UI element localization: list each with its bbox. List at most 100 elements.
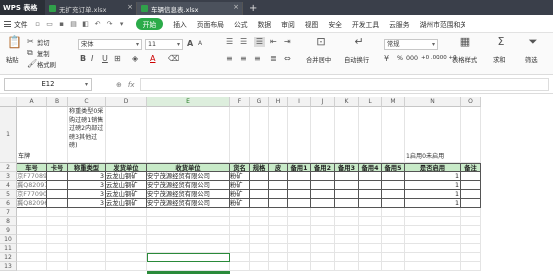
row-header-10[interactable]: 10 (0, 235, 17, 244)
cell-k12[interactable] (335, 253, 359, 262)
cell-d8[interactable] (106, 217, 147, 226)
cell-g12[interactable] (250, 253, 269, 262)
cell-e13[interactable] (147, 262, 230, 271)
cut-button[interactable]: 剪切 (37, 38, 50, 47)
column-header-o[interactable]: O (461, 97, 481, 107)
decrease-font-icon[interactable]: A (198, 39, 202, 49)
clear-format-icon[interactable]: ⌫ (168, 54, 179, 64)
cell-b13[interactable] (47, 262, 68, 271)
tab-page-layout[interactable]: 页面布局 (197, 19, 224, 29)
italic-icon[interactable]: I (91, 54, 93, 64)
cell-l9[interactable] (359, 226, 382, 235)
table-cell[interactable] (311, 172, 335, 181)
cell-i9[interactable] (288, 226, 311, 235)
cell-i11[interactable] (288, 244, 311, 253)
cell-f9[interactable] (230, 226, 250, 235)
merge-center-button[interactable]: 合并居中 (306, 55, 331, 64)
cell-j1[interactable] (311, 107, 335, 163)
cell-f12[interactable] (230, 253, 250, 262)
table-cell[interactable] (311, 190, 335, 199)
table-cell[interactable] (288, 199, 311, 208)
new-file-icon[interactable]: ▫ (34, 20, 42, 28)
currency-icon[interactable]: ¥ (384, 54, 389, 64)
table-cell[interactable]: 粉矿 (230, 190, 250, 199)
cell-f10[interactable] (230, 235, 250, 244)
print-icon[interactable]: ▤ (70, 20, 78, 28)
header-cell[interactable]: 备用4 (359, 163, 382, 172)
column-header-g[interactable]: G (250, 97, 269, 107)
sum-button[interactable]: 求和 (493, 55, 506, 64)
border-icon[interactable]: ⊞ (114, 54, 121, 64)
cell-n13[interactable] (405, 262, 461, 271)
row-header-12[interactable]: 12 (0, 253, 17, 262)
table-cell[interactable]: 3 (68, 190, 106, 199)
chevron-down-icon[interactable]: ▾ (118, 20, 126, 28)
cell-c13[interactable] (68, 262, 106, 271)
cell-k10[interactable] (335, 235, 359, 244)
fx-icon[interactable]: fx (128, 81, 135, 89)
table-cell[interactable] (269, 199, 288, 208)
table-style-icon[interactable]: ▦ (458, 36, 472, 49)
tab-cloud[interactable]: 云服务 (389, 19, 409, 29)
cell-l7[interactable] (359, 208, 382, 217)
table-cell[interactable]: 冀Q82097 (17, 181, 47, 190)
cell-i13[interactable] (288, 262, 311, 271)
align-middle-icon[interactable]: ☰ (240, 37, 247, 47)
cell-h8[interactable] (269, 217, 288, 226)
column-header-e[interactable]: E (147, 97, 230, 107)
row-header-2[interactable]: 2 (0, 163, 17, 172)
cell-n8[interactable] (405, 217, 461, 226)
tab-review[interactable]: 审阅 (281, 19, 295, 29)
cell-o11[interactable] (461, 244, 481, 253)
cell-e9[interactable] (147, 226, 230, 235)
cell-m10[interactable] (382, 235, 405, 244)
header-cell[interactable]: 收货单位 (147, 163, 230, 172)
format-painter-icon[interactable]: 🖌 (27, 59, 37, 69)
cell-j9[interactable] (311, 226, 335, 235)
table-cell[interactable]: 安宁茂源经贸有限公司 (147, 199, 230, 208)
cell-m1[interactable] (382, 107, 405, 163)
spreadsheet-grid[interactable]: A B C D E F G H I J K L M N O 1 2 3 4 5 6 7 8 9 10 11 12 13 车牌 称重类型0采… (0, 97, 553, 274)
cell-f13[interactable] (230, 262, 250, 271)
table-cell[interactable] (47, 190, 68, 199)
cell-o7[interactable] (461, 208, 481, 217)
tab-view[interactable]: 视图 (305, 19, 319, 29)
cell-g11[interactable] (250, 244, 269, 253)
cell-d7[interactable] (106, 208, 147, 217)
table-cell[interactable] (269, 190, 288, 199)
cell-h9[interactable] (269, 226, 288, 235)
table-cell[interactable] (311, 181, 335, 190)
cell-l1[interactable] (359, 107, 382, 163)
table-cell[interactable]: 粉矿 (230, 181, 250, 190)
cell-g13[interactable] (250, 262, 269, 271)
cell-a11[interactable] (17, 244, 47, 253)
cell-k7[interactable] (335, 208, 359, 217)
cell-e1[interactable] (147, 107, 230, 163)
cell-d13[interactable] (106, 262, 147, 271)
align-top-icon[interactable]: ☰ (226, 37, 233, 47)
cell-h1[interactable] (269, 107, 288, 163)
cell-f7[interactable] (230, 208, 250, 217)
cell-j7[interactable] (311, 208, 335, 217)
zoom-icon[interactable]: ⊕ (116, 81, 122, 89)
header-cell[interactable]: 称重类型 (68, 163, 106, 172)
table-cell[interactable] (382, 181, 405, 190)
cell-h10[interactable] (269, 235, 288, 244)
cell-c7[interactable] (68, 208, 106, 217)
font-name-select[interactable]: 宋体 (78, 39, 142, 50)
tab-security[interactable]: 安全 (328, 19, 342, 29)
cell-d11[interactable] (106, 244, 147, 253)
filter-button[interactable]: 筛选 (525, 55, 538, 64)
header-cell[interactable]: 车号 (17, 163, 47, 172)
cell-k8[interactable] (335, 217, 359, 226)
table-cell[interactable] (461, 199, 481, 208)
table-cell[interactable] (359, 172, 382, 181)
align-right-icon[interactable]: ≡ (254, 54, 261, 64)
table-cell[interactable]: 粉矿 (230, 172, 250, 181)
wrap-text-button[interactable]: 自动换行 (344, 55, 369, 64)
cell-c8[interactable] (68, 217, 106, 226)
cell-b10[interactable] (47, 235, 68, 244)
cell-j12[interactable] (311, 253, 335, 262)
cell-o10[interactable] (461, 235, 481, 244)
cell-f1[interactable] (230, 107, 250, 163)
